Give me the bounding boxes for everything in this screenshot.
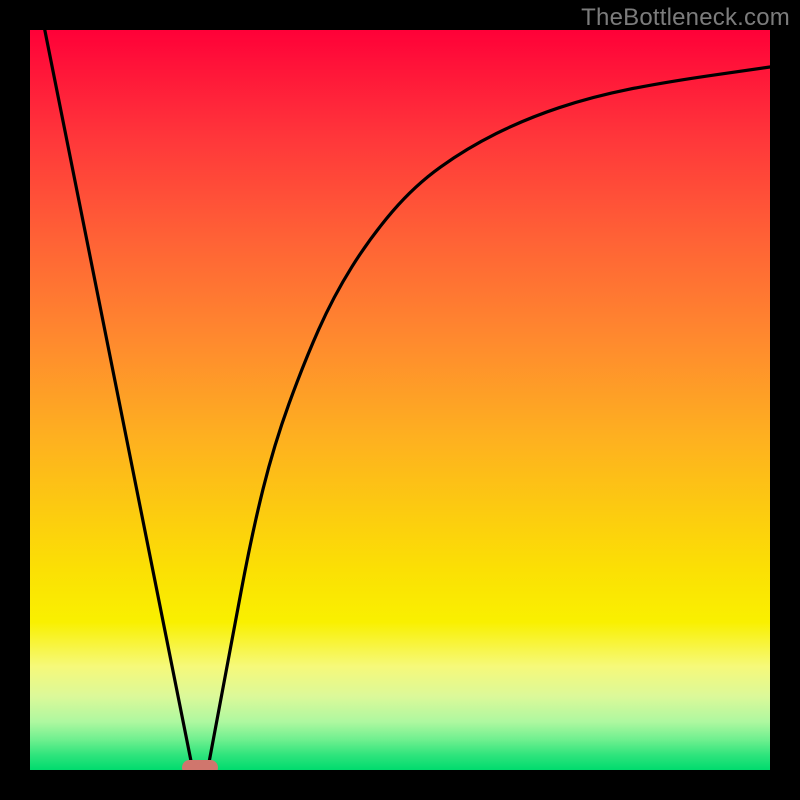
plot-area: [30, 30, 770, 770]
watermark-text: TheBottleneck.com: [581, 4, 790, 32]
chart-frame: TheBottleneck.com: [0, 0, 800, 800]
bottleneck-curve: [30, 30, 770, 770]
optimal-point-marker: [182, 760, 218, 770]
